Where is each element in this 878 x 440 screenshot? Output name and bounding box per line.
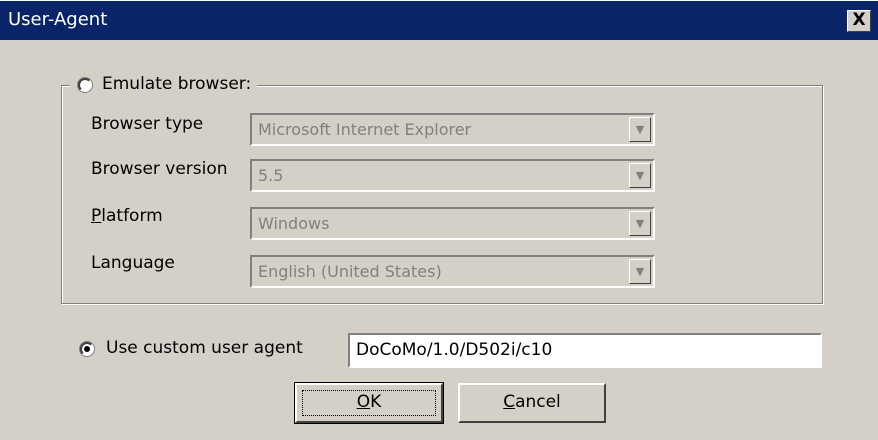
emulate-browser-radio[interactable] (78, 78, 92, 92)
focus-rectangle (302, 390, 436, 416)
custom-user-agent-input[interactable]: DoCoMo/1.0/D502i/c10 (348, 333, 822, 368)
chevron-down-icon[interactable]: ▼ (629, 259, 651, 284)
custom-user-agent-radio[interactable] (80, 342, 94, 356)
platform-value: Windows (258, 214, 330, 233)
chevron-down-icon[interactable]: ▼ (629, 211, 651, 236)
close-button[interactable]: X (847, 10, 871, 32)
browser-version-value: 5.5 (258, 166, 284, 185)
chevron-down-icon[interactable]: ▼ (629, 163, 651, 188)
chevron-down-icon[interactable]: ▼ (629, 117, 651, 142)
language-value: English (United States) (258, 262, 442, 281)
platform-select[interactable]: Windows ▼ (250, 207, 655, 240)
custom-user-agent-label: Use custom user agent (106, 338, 303, 358)
browser-version-select[interactable]: 5.5 ▼ (250, 159, 655, 192)
platform-label: Platform (91, 206, 163, 226)
title-bar: User-Agent X (0, 0, 878, 40)
emulate-browser-label: Emulate browser: (102, 74, 252, 94)
browser-type-value: Microsoft Internet Explorer (258, 120, 472, 139)
emulate-browser-legend[interactable]: Emulate browser: (70, 72, 257, 98)
browser-version-label: Browser version (91, 159, 228, 179)
cancel-button[interactable]: Cancel (458, 383, 606, 423)
close-icon: X (852, 10, 866, 30)
custom-user-agent-value: DoCoMo/1.0/D502i/c10 (356, 340, 553, 360)
radio-selected-dot (84, 346, 90, 352)
language-label: Language (91, 253, 175, 273)
language-select[interactable]: English (United States) ▼ (250, 255, 655, 288)
window-title: User-Agent (8, 9, 108, 30)
browser-type-label: Browser type (91, 114, 204, 134)
browser-type-select[interactable]: Microsoft Internet Explorer ▼ (250, 113, 655, 146)
ok-button[interactable]: OK (294, 382, 444, 424)
